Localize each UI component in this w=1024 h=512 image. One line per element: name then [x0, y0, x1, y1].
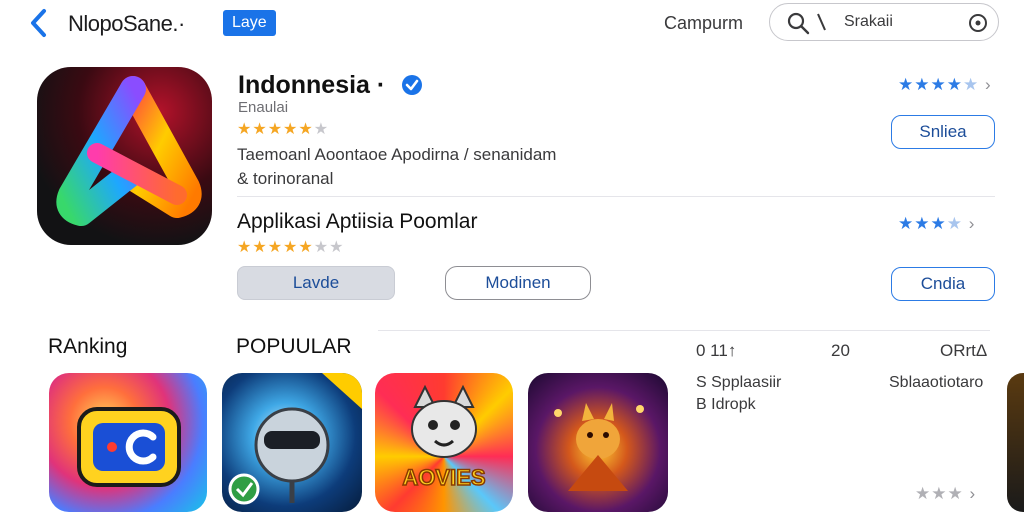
chevron-right-icon: ›	[984, 75, 992, 94]
search-bar[interactable]	[769, 3, 999, 41]
column-header: 20	[831, 341, 850, 360]
divider	[378, 330, 990, 331]
store-title: NlopoSane.·	[68, 11, 185, 36]
separator-slash-icon	[817, 13, 826, 31]
fox-icon	[554, 403, 644, 491]
search-icon	[787, 12, 810, 35]
rating-stars: ★★★	[915, 484, 964, 503]
triangle-logo-icon	[56, 76, 202, 226]
robot-ball-icon	[228, 373, 362, 505]
rating-link[interactable]: ★★★★ ›	[898, 214, 975, 234]
cat-icon: AOVIES	[402, 384, 486, 491]
description-line: & torinoranal	[237, 169, 334, 188]
fox-game-app-icon[interactable]	[528, 373, 668, 512]
popular-label[interactable]: POPUULAR	[236, 335, 352, 359]
rating-link[interactable]: ★★★★★ ›	[898, 75, 992, 95]
back-chevron-icon[interactable]	[26, 8, 52, 38]
tile-caption: AOVIES	[402, 465, 485, 490]
tag-badge[interactable]: Laye	[223, 10, 276, 36]
description-line: Taemoanl Aoontaoe Apodirna / senanidam	[237, 145, 557, 164]
divider	[237, 196, 995, 197]
modinen-button[interactable]: Modinen	[445, 266, 591, 300]
section-rating-stars: ★★★★★★★	[237, 239, 345, 256]
partial-app-icon[interactable]	[1007, 373, 1024, 512]
snliea-button[interactable]: Snliea	[891, 115, 995, 149]
app-developer: Enaulai	[238, 99, 289, 116]
verified-check-icon	[402, 75, 422, 95]
clear-search-icon[interactable]	[968, 13, 988, 33]
tv-icon	[77, 407, 181, 487]
list-item[interactable]: S Spplaasiir	[696, 374, 781, 392]
rating-link[interactable]: ★★★ ›	[915, 484, 976, 504]
app-rating-stars: ★★★★★★	[237, 121, 330, 138]
rating-stars: ★★★★	[898, 75, 963, 94]
app-icon[interactable]	[37, 67, 212, 245]
category-link[interactable]: Campurm	[664, 13, 743, 34]
list-item[interactable]: Sblaaotiotaro	[889, 374, 983, 392]
section-title: Applikasi Aptiisia Poomlar	[237, 210, 478, 233]
app-description: Taemoanl Aoontaoe Apodirna / senanidam &…	[237, 143, 597, 191]
chevron-right-icon: ›	[968, 214, 976, 233]
tv-app-icon[interactable]	[49, 373, 207, 512]
column-header: ORrtΔ	[940, 341, 988, 360]
search-input[interactable]	[844, 13, 964, 31]
ranking-label[interactable]: RAnking	[48, 335, 127, 359]
rating-stars: ★★★	[898, 214, 947, 233]
cat-movies-app-icon[interactable]: AOVIES	[375, 373, 513, 512]
list-item: B Idropk	[696, 396, 756, 413]
cndia-button[interactable]: Cndia	[891, 267, 995, 301]
robot-ball-app-icon[interactable]	[222, 373, 362, 512]
app-title: Indonnesia ·	[238, 71, 386, 99]
chevron-right-icon: ›	[969, 484, 977, 503]
column-header: 0 11↑	[696, 341, 737, 360]
lavde-button[interactable]: Lavde	[237, 266, 395, 300]
